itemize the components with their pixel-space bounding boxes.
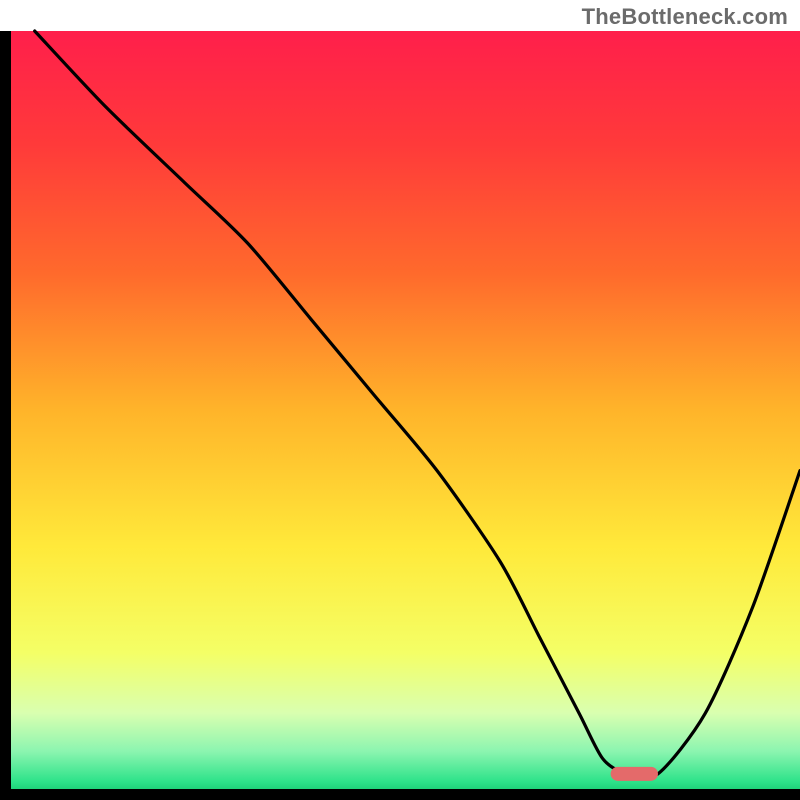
gradient-background: [11, 31, 800, 789]
chart-canvas: [0, 0, 800, 800]
sweet-spot-marker: [611, 767, 658, 781]
watermark-text: TheBottleneck.com: [582, 4, 788, 30]
bottleneck-chart: TheBottleneck.com: [0, 0, 800, 800]
